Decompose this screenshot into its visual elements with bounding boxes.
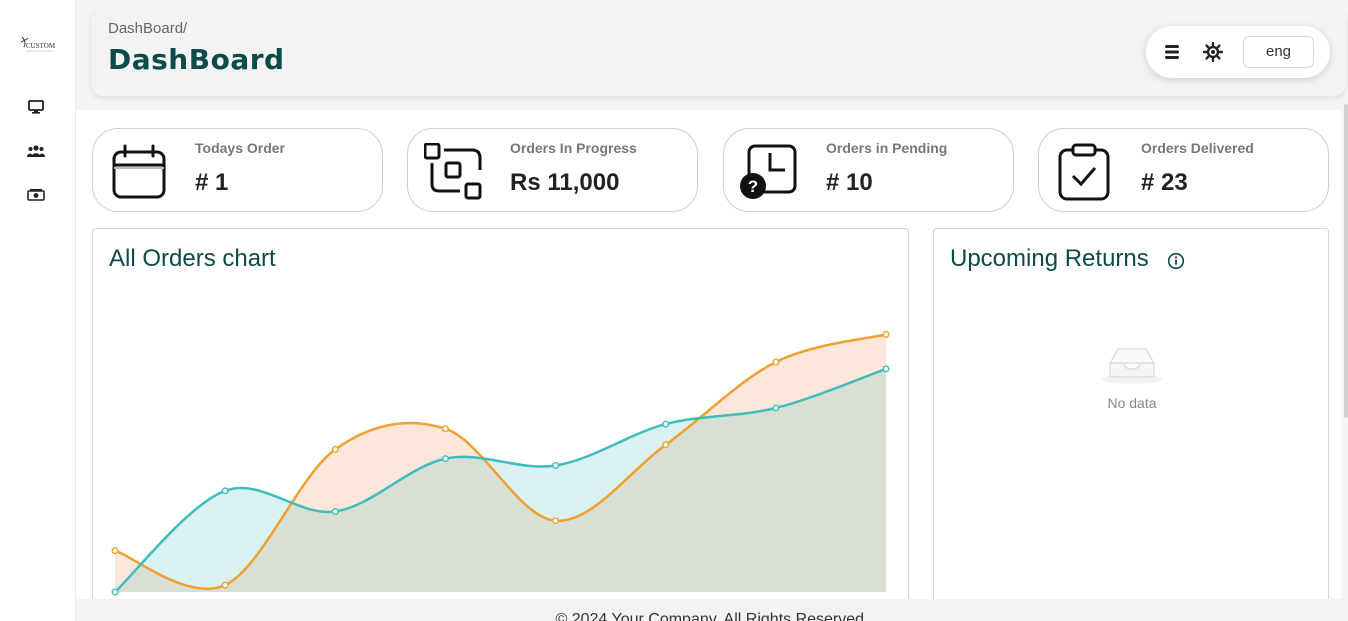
workflow-icon xyxy=(423,142,482,201)
stat-value: # 23 xyxy=(1141,169,1188,196)
series-1-point-2[interactable] xyxy=(331,508,339,516)
empty-inbox-icon xyxy=(1100,343,1164,390)
stat-value: # 10 xyxy=(826,169,873,196)
dashboard-content: Todays Order # 1 Orders In Progress Rs 1… xyxy=(76,110,1341,610)
series-0-point-2[interactable] xyxy=(331,445,339,453)
monitor-icon[interactable] xyxy=(26,98,46,116)
series-0-point-7[interactable] xyxy=(882,330,890,338)
stat-card-orders-in-progress[interactable]: Orders In Progress Rs 11,000 xyxy=(407,128,698,212)
series-0-point-4[interactable] xyxy=(552,517,560,525)
series-0-point-6[interactable] xyxy=(772,358,780,366)
clock-question-icon: ? xyxy=(740,143,798,201)
menu-icon[interactable] xyxy=(1162,42,1182,62)
money-icon[interactable] xyxy=(26,186,46,204)
series-0-point-5[interactable] xyxy=(662,441,670,449)
header-toolbar: eng xyxy=(1146,26,1330,78)
stat-label: Orders In Progress xyxy=(510,140,637,156)
orders-chart[interactable] xyxy=(93,229,908,609)
orders-chart-panel: All Orders chart xyxy=(92,228,909,610)
brand-logo[interactable]: CUSTOM xyxy=(17,34,55,56)
clipboard-check-icon xyxy=(1055,143,1113,201)
series-1-point-1[interactable] xyxy=(221,487,229,495)
footer: © 2024 Your Company. All Rights Reserved… xyxy=(76,599,1348,621)
calendar-icon xyxy=(109,143,167,201)
sidebar: CUSTOM xyxy=(0,0,76,621)
stat-label: Todays Order xyxy=(195,140,285,156)
users-icon[interactable] xyxy=(26,142,46,160)
series-1-point-7[interactable] xyxy=(882,365,890,373)
series-0-point-3[interactable] xyxy=(441,425,449,433)
page-title: DashBoard xyxy=(108,43,285,76)
stat-label: Orders Delivered xyxy=(1141,140,1254,156)
info-icon[interactable] xyxy=(1167,252,1185,275)
stat-card-orders-delivered[interactable]: Orders Delivered # 23 xyxy=(1038,128,1329,212)
language-select[interactable]: eng xyxy=(1243,36,1314,68)
series-0-point-0[interactable] xyxy=(111,547,119,555)
footer-copyright: © 2024 Your Company. All Rights Reserved… xyxy=(555,611,869,621)
sun-icon[interactable] xyxy=(1202,41,1224,63)
series-1-point-6[interactable] xyxy=(772,404,780,412)
series-1-point-5[interactable] xyxy=(662,420,670,428)
empty-state-text: No data xyxy=(1107,395,1157,411)
stat-value: # 1 xyxy=(195,169,229,196)
stat-value: Rs 11,000 xyxy=(510,169,620,196)
main-area: DashBoard/ DashBoard eng Todays Order # … xyxy=(76,0,1348,621)
svg-text:?: ? xyxy=(748,177,758,196)
stat-label: Orders in Pending xyxy=(826,140,948,156)
stat-card-orders-pending[interactable]: ? Orders in Pending # 10 xyxy=(723,128,1014,212)
stat-card-todays-order[interactable]: Todays Order # 1 xyxy=(92,128,383,212)
svg-text:CUSTOM: CUSTOM xyxy=(26,42,55,50)
breadcrumb[interactable]: DashBoard/ xyxy=(108,20,187,37)
header: DashBoard/ DashBoard eng xyxy=(91,9,1346,96)
panel-title: All Orders chart xyxy=(109,245,276,272)
panel-title: Upcoming Returns xyxy=(950,245,1149,272)
series-1-point-3[interactable] xyxy=(441,455,449,463)
vertical-scrollbar[interactable] xyxy=(1344,104,1348,418)
upcoming-returns-panel: Upcoming Returns No data xyxy=(933,228,1329,610)
series-1-point-4[interactable] xyxy=(552,461,560,469)
series-1-point-0[interactable] xyxy=(111,588,119,596)
series-0-point-1[interactable] xyxy=(221,581,229,589)
